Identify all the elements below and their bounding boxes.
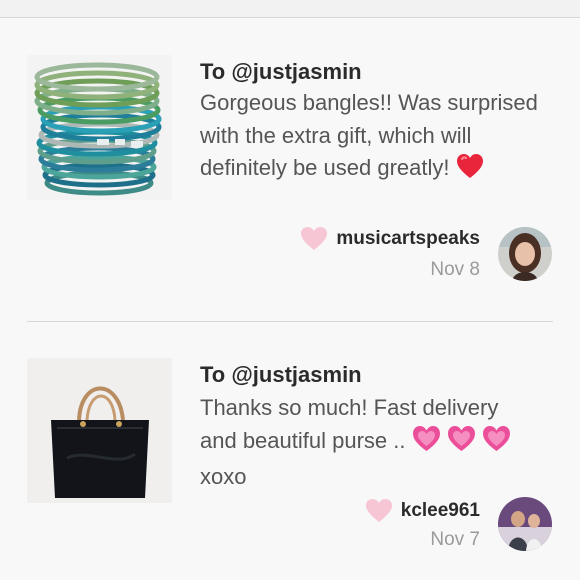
note-message: Gorgeous bangles!! Was surprised with th… bbox=[200, 87, 540, 189]
author-avatar[interactable] bbox=[498, 497, 552, 551]
note-author[interactable]: musicartspeaks bbox=[300, 226, 480, 251]
purse-thumbnail[interactable] bbox=[27, 358, 172, 503]
sparkling-heart-icon bbox=[412, 425, 441, 462]
note-recipient: To @justjasmin bbox=[200, 59, 362, 84]
top-edge-bar bbox=[0, 0, 580, 18]
note-recipient: To @justjasmin bbox=[200, 362, 362, 387]
heart-icon[interactable] bbox=[365, 498, 393, 523]
sparkling-heart-icon bbox=[482, 425, 511, 462]
love-note-1: To @justjasmin Gorgeous bangles!! Was su… bbox=[0, 18, 580, 321]
red-heart-icon bbox=[456, 153, 484, 189]
author-username[interactable]: musicartspeaks bbox=[336, 228, 480, 250]
note-date: Nov 8 bbox=[430, 259, 480, 280]
love-note-2: To @justjasmin Thanks so much! Fast deli… bbox=[0, 322, 580, 580]
author-username[interactable]: kclee961 bbox=[401, 500, 480, 522]
heart-icon[interactable] bbox=[300, 226, 328, 251]
note-date: Nov 7 bbox=[430, 529, 480, 550]
note-message: Thanks so much! Fast delivery and beauti… bbox=[200, 392, 540, 494]
author-avatar[interactable] bbox=[498, 227, 552, 281]
sparkling-heart-icon bbox=[447, 425, 476, 462]
note-author[interactable]: kclee961 bbox=[365, 498, 480, 523]
bangles-thumbnail[interactable] bbox=[27, 55, 172, 200]
note-message-text: Gorgeous bangles!! Was surprised with th… bbox=[200, 90, 538, 180]
note-message-signoff: xoxo bbox=[200, 464, 247, 489]
